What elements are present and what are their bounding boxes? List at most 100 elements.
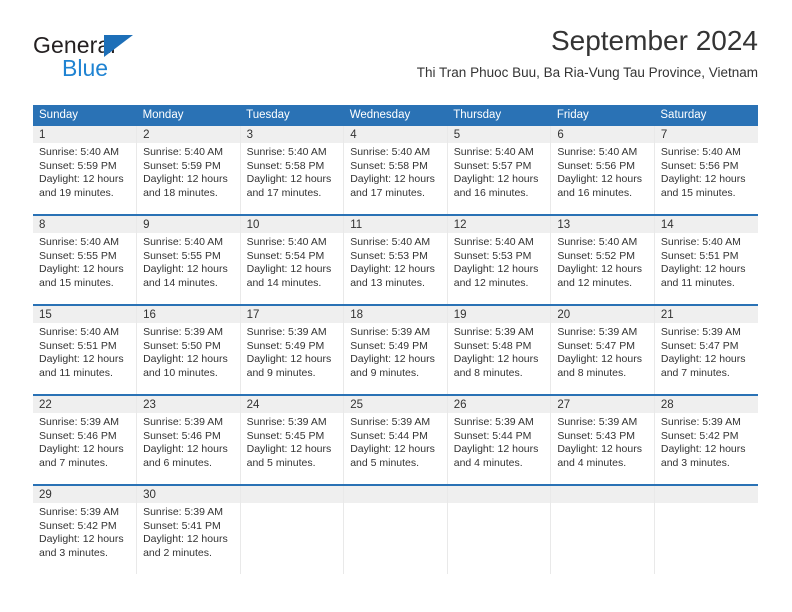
daylight-text-line1: Daylight: 12 hours	[143, 353, 228, 366]
daylight-text-line2: and 18 minutes.	[143, 186, 218, 199]
daylight-text-line1: Daylight: 12 hours	[453, 443, 539, 456]
day-details: Sunrise: 5:39 AM Sunset: 5:49 PM Daylight:…	[241, 323, 344, 380]
daylight-text-line2: and 4 minutes.	[557, 456, 627, 469]
sunrise-text: Sunrise: 5:40 AM	[350, 146, 431, 158]
calendar-day-cell-empty	[654, 484, 758, 574]
daylight-text-line2: and 8 minutes.	[453, 366, 523, 379]
calendar-day-cell[interactable]: 18 Sunrise: 5:39 AM Sunset: 5:49 PM Dayligh…	[343, 304, 448, 395]
calendar-day-cell[interactable]: 28 Sunrise: 5:39 AM Sunset: 5:42 PM Dayligh…	[654, 394, 758, 485]
day-details	[344, 503, 447, 506]
calendar-day-cell[interactable]: 5 Sunrise: 5:40 AM Sunset: 5:57 PM Daylight…	[447, 126, 552, 215]
daylight-text-line1: Daylight: 12 hours	[246, 443, 332, 456]
calendar-day-cell[interactable]: 23 Sunrise: 5:39 AM Sunset: 5:46 PM Dayligh…	[136, 394, 241, 485]
day-number: 6	[551, 126, 654, 143]
daylight-text-line2: and 10 minutes.	[143, 366, 218, 379]
day-number: 25	[344, 396, 447, 413]
calendar-day-cell[interactable]: 26 Sunrise: 5:39 AM Sunset: 5:44 PM Dayligh…	[447, 394, 552, 485]
calendar-day-cell[interactable]: 17 Sunrise: 5:39 AM Sunset: 5:49 PM Dayligh…	[240, 304, 345, 395]
sunrise-text: Sunrise: 5:40 AM	[246, 236, 327, 248]
sunset-text: Sunset: 5:42 PM	[39, 519, 117, 532]
daylight-text-line2: and 3 minutes.	[660, 456, 730, 469]
day-details: Sunrise: 5:40 AM Sunset: 5:53 PM Daylight:…	[344, 233, 447, 290]
day-number: 20	[551, 306, 654, 323]
calendar-day-cell[interactable]: 27 Sunrise: 5:39 AM Sunset: 5:43 PM Dayligh…	[550, 394, 655, 485]
day-number: 19	[447, 306, 551, 323]
calendar-day-cell[interactable]: 8 Sunrise: 5:40 AM Sunset: 5:55 PM Daylight…	[33, 214, 138, 305]
day-number: 16	[137, 306, 240, 323]
day-details: Sunrise: 5:40 AM Sunset: 5:54 PM Daylight:…	[241, 233, 344, 290]
day-number: 22	[33, 396, 137, 413]
day-number: 24	[240, 396, 344, 413]
day-details: Sunrise: 5:40 AM Sunset: 5:58 PM Daylight:…	[344, 143, 447, 200]
sunrise-text: Sunrise: 5:40 AM	[660, 236, 741, 248]
calendar-body: 1 Sunrise: 5:40 AM Sunset: 5:59 PM Daylight…	[33, 126, 758, 574]
daylight-text-line2: and 3 minutes.	[39, 546, 108, 559]
day-number: 13	[551, 216, 654, 233]
calendar-day-cell[interactable]: 19 Sunrise: 5:39 AM Sunset: 5:48 PM Dayligh…	[447, 304, 552, 395]
day-number: 7	[654, 126, 758, 143]
calendar-day-cell[interactable]: 6 Sunrise: 5:40 AM Sunset: 5:56 PM Daylight…	[550, 126, 655, 215]
calendar-day-cell[interactable]: 11 Sunrise: 5:40 AM Sunset: 5:53 PM Dayligh…	[343, 214, 448, 305]
calendar-day-cell[interactable]: 21 Sunrise: 5:39 AM Sunset: 5:47 PM Dayligh…	[654, 304, 758, 395]
sunrise-text: Sunrise: 5:39 AM	[557, 416, 638, 428]
calendar-day-cell[interactable]: 13 Sunrise: 5:40 AM Sunset: 5:52 PM Dayligh…	[550, 214, 655, 305]
calendar-day-cell[interactable]: 15 Sunrise: 5:40 AM Sunset: 5:51 PM Dayligh…	[33, 304, 138, 395]
calendar-day-cell[interactable]: 1 Sunrise: 5:40 AM Sunset: 5:59 PM Daylight…	[33, 126, 138, 215]
daylight-text-line1: Daylight: 12 hours	[143, 263, 228, 276]
day-details: Sunrise: 5:40 AM Sunset: 5:56 PM Daylight:…	[655, 143, 758, 200]
calendar-day-cell[interactable]: 24 Sunrise: 5:39 AM Sunset: 5:45 PM Dayligh…	[240, 394, 345, 485]
calendar-day-cell[interactable]: 14 Sunrise: 5:40 AM Sunset: 5:51 PM Dayligh…	[654, 214, 758, 305]
sunset-text: Sunset: 5:59 PM	[143, 159, 221, 172]
sunset-text: Sunset: 5:46 PM	[39, 429, 117, 442]
sunrise-text: Sunrise: 5:39 AM	[246, 416, 327, 428]
sunset-text: Sunset: 5:51 PM	[39, 339, 117, 352]
sunset-text: Sunset: 5:44 PM	[453, 429, 532, 442]
day-details: Sunrise: 5:40 AM Sunset: 5:51 PM Daylight:…	[33, 323, 136, 380]
page-title: September 2024	[550, 25, 758, 56]
day-number: 9	[137, 216, 240, 233]
calendar-day-cell[interactable]: 2 Sunrise: 5:40 AM Sunset: 5:59 PM Daylight…	[136, 126, 241, 215]
daylight-text-line2: and 9 minutes.	[246, 366, 316, 379]
day-number: 4	[344, 126, 447, 143]
sunset-text: Sunset: 5:49 PM	[246, 339, 325, 352]
weekday-header-wednesday: Wednesday	[343, 105, 448, 126]
day-number: 23	[137, 396, 240, 413]
calendar-day-cell[interactable]: 9 Sunrise: 5:40 AM Sunset: 5:55 PM Daylight…	[136, 214, 241, 305]
sunrise-text: Sunrise: 5:39 AM	[143, 416, 224, 428]
calendar-week-row: 29 Sunrise: 5:39 AM Sunset: 5:42 PM Dayligh…	[33, 484, 758, 574]
calendar-day-cell[interactable]: 10 Sunrise: 5:40 AM Sunset: 5:54 PM Dayligh…	[240, 214, 345, 305]
sunset-text: Sunset: 5:49 PM	[350, 339, 428, 352]
day-details: Sunrise: 5:39 AM Sunset: 5:43 PM Daylight:…	[551, 413, 654, 470]
calendar-day-cell[interactable]: 16 Sunrise: 5:39 AM Sunset: 5:50 PM Dayligh…	[136, 304, 241, 395]
calendar-page: General Blue September 2024 Thi Tran Phu…	[0, 0, 792, 612]
daylight-text-line2: and 7 minutes.	[660, 366, 730, 379]
day-details: Sunrise: 5:39 AM Sunset: 5:41 PM Daylight:…	[137, 503, 240, 560]
day-details: Sunrise: 5:40 AM Sunset: 5:51 PM Daylight:…	[655, 233, 758, 290]
calendar-day-cell[interactable]: 20 Sunrise: 5:39 AM Sunset: 5:47 PM Dayligh…	[550, 304, 655, 395]
calendar-day-cell[interactable]: 30 Sunrise: 5:39 AM Sunset: 5:41 PM Dayligh…	[136, 484, 241, 574]
calendar-day-cell[interactable]: 22 Sunrise: 5:39 AM Sunset: 5:46 PM Dayligh…	[33, 394, 138, 485]
day-number: 27	[551, 396, 654, 413]
sunrise-sunset-calendar: Sunday Monday Tuesday Wednesday Thursday Frid…	[33, 105, 758, 574]
day-details: Sunrise: 5:39 AM Sunset: 5:46 PM Daylight:…	[33, 413, 136, 470]
calendar-day-cell[interactable]: 7 Sunrise: 5:40 AM Sunset: 5:56 PM Daylight…	[654, 126, 758, 215]
daylight-text-line1: Daylight: 12 hours	[557, 443, 642, 456]
sunrise-text: Sunrise: 5:40 AM	[660, 146, 741, 158]
calendar-day-cell[interactable]: 4 Sunrise: 5:40 AM Sunset: 5:58 PM Daylight…	[343, 126, 448, 215]
sunrise-text: Sunrise: 5:39 AM	[350, 416, 431, 428]
daylight-text-line1: Daylight: 12 hours	[557, 263, 642, 276]
day-details: Sunrise: 5:39 AM Sunset: 5:46 PM Daylight:…	[137, 413, 240, 470]
sunrise-text: Sunrise: 5:40 AM	[39, 236, 119, 248]
calendar-day-cell[interactable]: 25 Sunrise: 5:39 AM Sunset: 5:44 PM Dayligh…	[343, 394, 448, 485]
day-details: Sunrise: 5:40 AM Sunset: 5:57 PM Daylight:…	[448, 143, 551, 200]
daylight-text-line2: and 7 minutes.	[39, 456, 108, 469]
sunset-text: Sunset: 5:57 PM	[453, 159, 532, 172]
sunrise-text: Sunrise: 5:39 AM	[350, 326, 431, 338]
day-details: Sunrise: 5:40 AM Sunset: 5:53 PM Daylight:…	[448, 233, 551, 290]
sunset-text: Sunset: 5:47 PM	[660, 339, 739, 352]
daylight-text-line2: and 5 minutes.	[246, 456, 316, 469]
day-details: Sunrise: 5:40 AM Sunset: 5:59 PM Daylight:…	[33, 143, 136, 200]
calendar-day-cell[interactable]: 29 Sunrise: 5:39 AM Sunset: 5:42 PM Dayligh…	[33, 484, 138, 574]
calendar-day-cell[interactable]: 3 Sunrise: 5:40 AM Sunset: 5:58 PM Daylight…	[240, 126, 345, 215]
calendar-day-cell[interactable]: 12 Sunrise: 5:40 AM Sunset: 5:53 PM Dayligh…	[447, 214, 552, 305]
